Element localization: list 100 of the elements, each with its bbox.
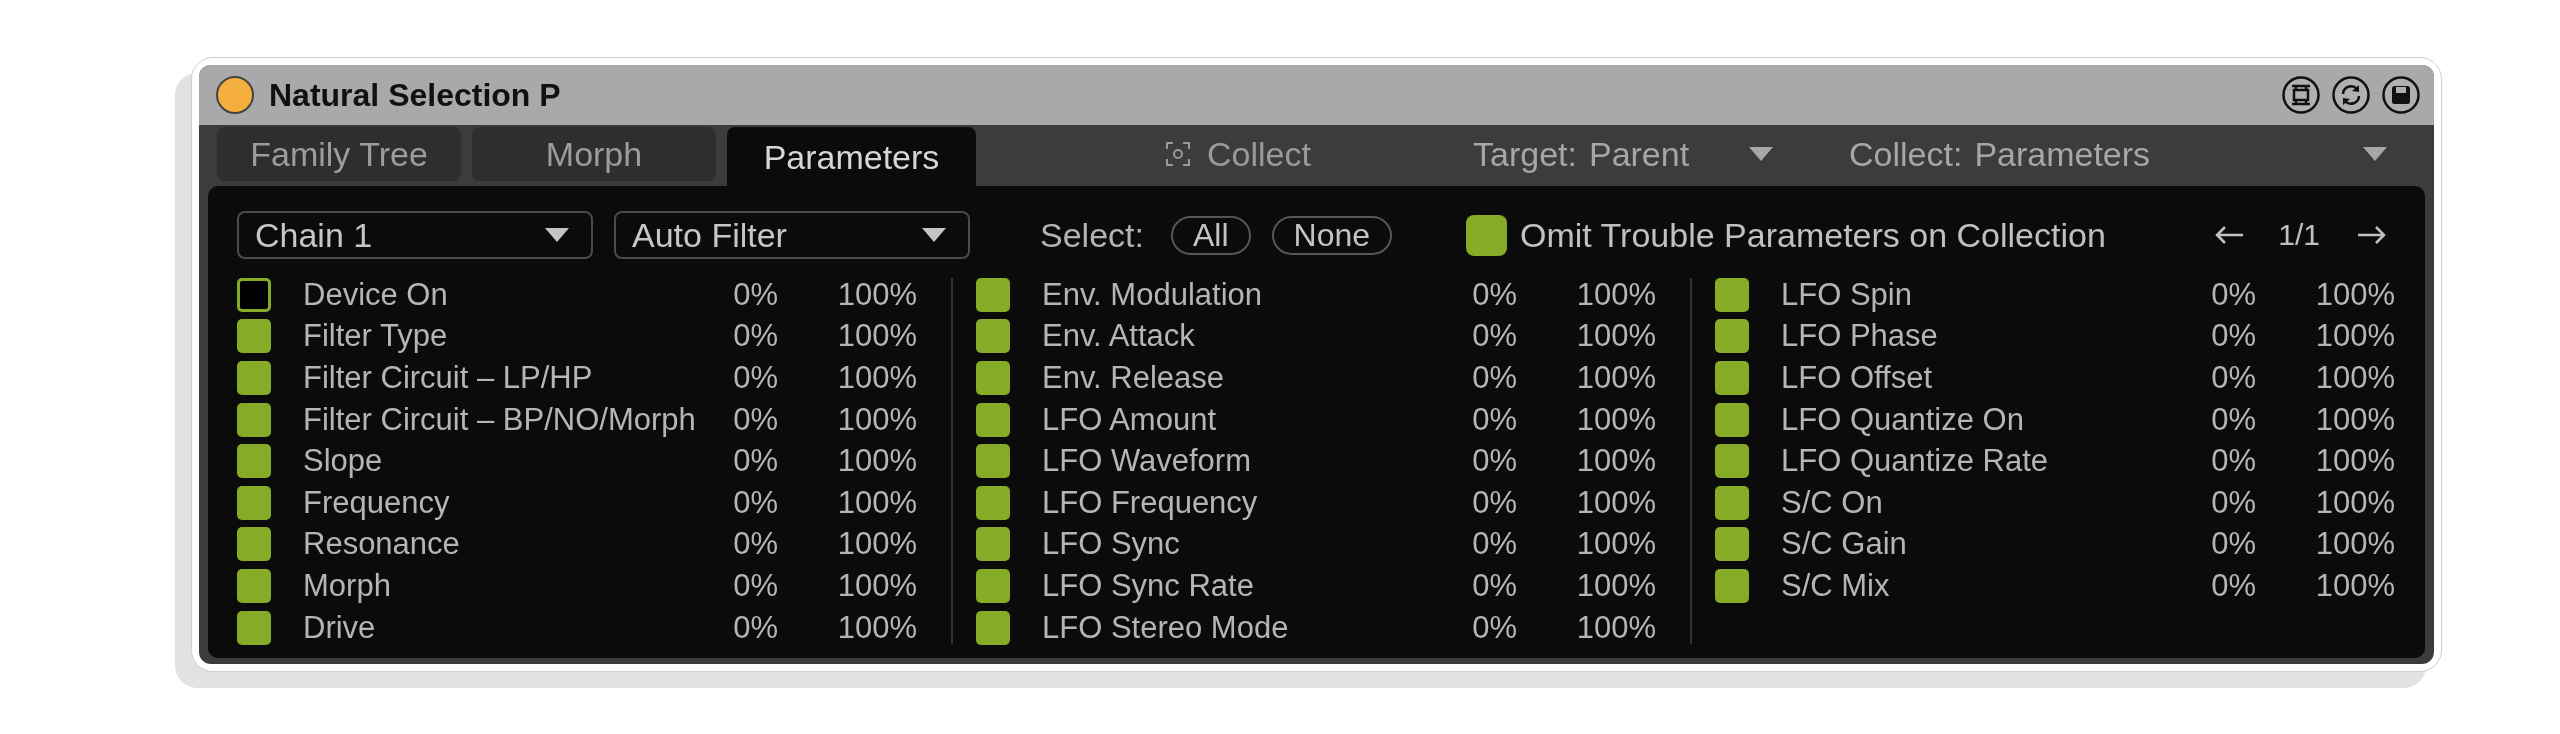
min-value: 0% [732, 526, 778, 563]
max-value: 100% [836, 609, 917, 646]
min-value: 0% [732, 360, 778, 396]
max-value: 100% [2314, 360, 2395, 396]
min-value: 0% [732, 567, 778, 604]
max-value: 100% [2314, 567, 2395, 604]
caret-icon [922, 228, 946, 242]
min-value: 0% [732, 276, 778, 313]
parameter-name: LFO Waveform [1042, 443, 1252, 480]
parameter-name: LFO Quantize Rate [1781, 443, 2050, 480]
parameter-checkbox[interactable] [976, 485, 1010, 520]
parameter-checkbox[interactable] [976, 527, 1010, 562]
parameter-checkbox[interactable] [237, 485, 271, 520]
parameter-checkbox[interactable] [976, 568, 1010, 603]
parameter-checkbox[interactable] [976, 277, 1010, 312]
parameter-checkbox[interactable] [237, 361, 271, 395]
parameter-checkbox[interactable] [1715, 568, 1749, 603]
min-value: 0% [2210, 567, 2256, 604]
max-value: 100% [1575, 484, 1656, 521]
collect-dropdown[interactable]: Collect: Parameters [1849, 127, 2387, 181]
target-dropdown[interactable]: Target: Parent [1473, 127, 1773, 181]
parameter-name: Filter Circuit – BP/NO/Morph [303, 401, 697, 438]
max-value: 100% [1575, 360, 1656, 396]
parameter-checkbox[interactable] [237, 610, 271, 645]
parameter-checkbox[interactable] [237, 319, 271, 354]
parameter-checkbox[interactable] [1715, 485, 1749, 520]
select-button[interactable]: None [1271, 215, 1392, 255]
min-value: 0% [732, 443, 778, 480]
refresh-icon[interactable] [2332, 76, 2370, 114]
parameter-checkbox[interactable] [237, 402, 271, 437]
parameter-name: Frequency [303, 484, 451, 521]
min-value: 0% [1471, 484, 1517, 521]
parameter-name: LFO Spin [1781, 276, 1913, 313]
min-value: 0% [2210, 276, 2256, 313]
min-value: 0% [1471, 276, 1517, 313]
parameter-checkbox[interactable] [1715, 319, 1749, 354]
left-arrow-icon[interactable] [2213, 224, 2246, 246]
parameter-checkbox[interactable] [237, 277, 271, 312]
parameter-checkbox[interactable] [1715, 402, 1749, 437]
page-indicator: 1/1 [2278, 217, 2320, 253]
max-value: 100% [1575, 443, 1656, 480]
min-value: 0% [732, 609, 778, 646]
min-value: 0% [2210, 360, 2256, 396]
min-value: 0% [2210, 318, 2256, 355]
parameter-checkbox[interactable] [976, 402, 1010, 437]
min-value: 0% [732, 401, 778, 438]
max-value: 100% [836, 360, 917, 396]
parameter-checkbox[interactable] [976, 444, 1010, 479]
min-value: 0% [2210, 526, 2256, 563]
window-title: Natural Selection P [269, 76, 561, 114]
parameter-name: Env. Release [1042, 360, 1226, 396]
parameter-name: LFO Sync [1042, 526, 1181, 563]
parameter-name: Env. Attack [1042, 318, 1196, 355]
parameter-name: S/C Mix [1781, 567, 1891, 604]
max-value: 100% [836, 484, 917, 521]
max-value: 100% [2314, 484, 2395, 521]
max-value: 100% [2314, 401, 2395, 438]
tab[interactable]: Family Tree [217, 127, 461, 181]
parameter-name: LFO Amount [1042, 401, 1218, 438]
max-value: 100% [2314, 276, 2395, 313]
min-value: 0% [1471, 567, 1517, 604]
parameter-name: Morph [303, 567, 392, 604]
focus-frame-icon [1165, 141, 1191, 167]
omit-checkbox[interactable] [1466, 214, 1507, 256]
parameter-checkbox[interactable] [1715, 277, 1749, 312]
chain-dropdown[interactable]: Chain 1 [237, 211, 593, 259]
parameter-name: LFO Quantize On [1781, 401, 2025, 438]
select-button[interactable]: All [1170, 215, 1251, 255]
max-value: 100% [836, 318, 917, 355]
parameter-checkbox[interactable] [237, 444, 271, 479]
device-dropdown[interactable]: Auto Filter [614, 211, 970, 259]
max-value: 100% [1575, 567, 1656, 604]
parameter-checkbox[interactable] [1715, 361, 1749, 395]
box-icon[interactable] [2282, 76, 2320, 114]
parameter-name: Resonance [303, 526, 461, 563]
max-value: 100% [2314, 318, 2395, 355]
parameter-name: Device On [303, 276, 449, 313]
parameter-name: Slope [303, 443, 384, 480]
select-label: Select: [1040, 215, 1144, 255]
parameter-checkbox[interactable] [976, 361, 1010, 395]
parameter-name: LFO Sync Rate [1042, 567, 1255, 604]
parameter-checkbox[interactable] [237, 568, 271, 603]
parameter-checkbox[interactable] [1715, 444, 1749, 479]
max-value: 100% [836, 526, 917, 563]
parameter-checkbox[interactable] [1715, 527, 1749, 562]
min-value: 0% [2210, 401, 2256, 438]
parameter-checkbox[interactable] [976, 319, 1010, 354]
save-icon[interactable] [2382, 76, 2420, 114]
tab[interactable]: Parameters [727, 127, 976, 186]
parameter-name: LFO Offset [1781, 360, 1934, 396]
checkbox-label: Omit Trouble Parameters on Collection [1520, 215, 2106, 255]
parameter-checkbox[interactable] [237, 527, 271, 562]
min-value: 0% [2210, 443, 2256, 480]
collect-button[interactable]: Collect [1165, 127, 1325, 181]
tab[interactable]: Morph [472, 127, 716, 181]
parameter-checkbox[interactable] [976, 610, 1010, 645]
min-value: 0% [1471, 360, 1517, 396]
right-arrow-icon[interactable] [2356, 224, 2388, 246]
max-value: 100% [1575, 318, 1656, 355]
caret-icon [2363, 147, 2387, 161]
